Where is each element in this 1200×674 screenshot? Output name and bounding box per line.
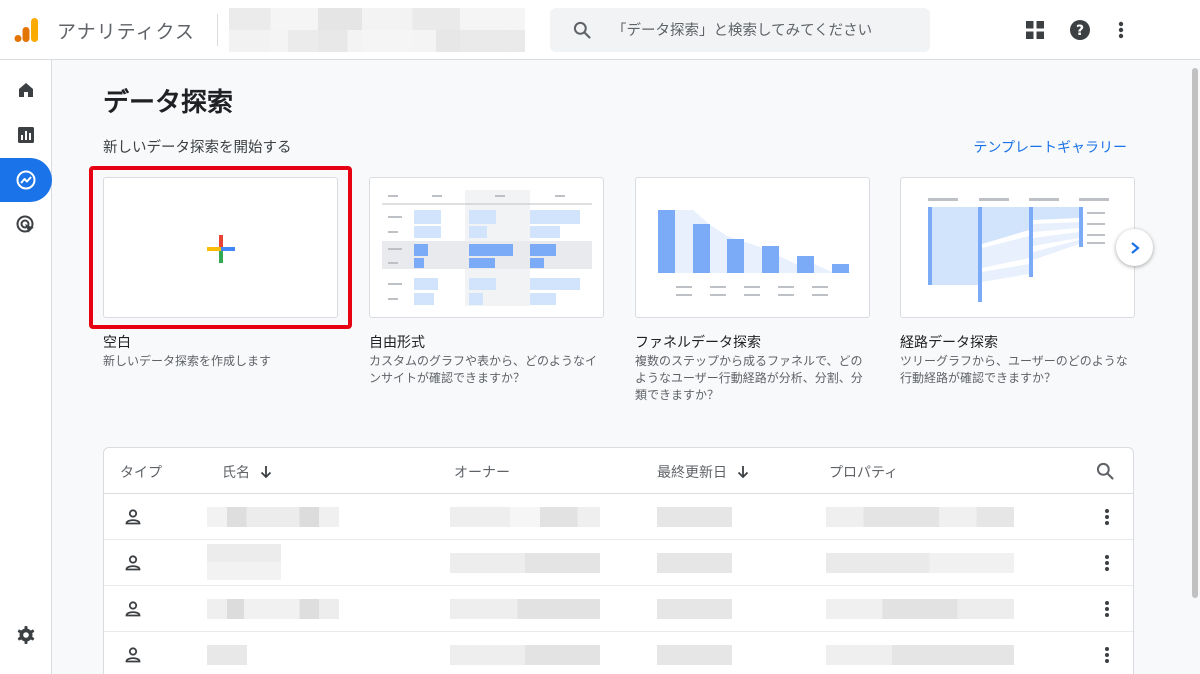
- more-vert-icon[interactable]: [1109, 18, 1133, 42]
- redacted-name: [207, 599, 339, 619]
- redacted-owner: [450, 599, 600, 619]
- redacted-owner: [450, 507, 600, 527]
- apps-grid-icon[interactable]: [1023, 18, 1047, 42]
- page-scrollbar[interactable]: [1190, 60, 1200, 605]
- highlight-frame: [89, 166, 352, 329]
- section-label: 新しいデータ探索を開始する: [103, 140, 292, 156]
- column-type[interactable]: タイプ: [120, 462, 162, 482]
- analytics-logo[interactable]: [13, 16, 41, 44]
- column-owner-label: オーナー: [454, 465, 510, 481]
- column-last-updated[interactable]: 最終更新日: [657, 462, 749, 482]
- person-icon: [125, 509, 141, 525]
- card-title-free-form: 自由形式: [369, 335, 425, 351]
- redacted-date: [657, 599, 732, 619]
- card-title-path: 経路データ探索: [900, 335, 998, 351]
- more-vert-icon[interactable]: [1097, 645, 1117, 665]
- nav-settings[interactable]: [0, 613, 52, 657]
- title-divider: [217, 14, 218, 46]
- path-template-card[interactable]: [900, 177, 1135, 318]
- nav-home[interactable]: [0, 68, 52, 112]
- table-row[interactable]: [104, 494, 1133, 540]
- redacted-date: [657, 645, 732, 665]
- nav-explore[interactable]: [0, 158, 52, 202]
- card-desc-free-form: カスタムのグラフや表から、どのようなインサイトが確認できますか？: [369, 354, 598, 385]
- svg-text:?: ?: [1076, 23, 1084, 39]
- chevron-right-icon: [1130, 241, 1140, 254]
- column-property[interactable]: プロパティ: [829, 462, 898, 482]
- column-owner[interactable]: オーナー: [454, 462, 510, 482]
- column-type-label: タイプ: [120, 465, 162, 481]
- search-placeholder[interactable]: 「データ探索」と検索してみてください: [612, 19, 872, 40]
- person-icon: [125, 555, 141, 571]
- card-desc-path: ツリーグラフから、ユーザーのどのような行動経路が確認できますか？: [900, 354, 1128, 385]
- top-bar: アナリティクス 「データ探索」と検索してみてください ?: [0, 0, 1200, 60]
- redacted-name: [207, 645, 247, 665]
- nav-reports[interactable]: [0, 113, 52, 157]
- explorations-table: タイプ 氏名 オーナー 最終更新日 プロパティ: [103, 447, 1134, 674]
- funnel-thumbnail: [658, 210, 850, 296]
- column-name-label: 氏名: [222, 465, 250, 481]
- card-title-blank: 空白: [103, 335, 131, 351]
- column-name[interactable]: 氏名: [222, 462, 272, 482]
- sort-arrow-down-icon: [260, 466, 272, 479]
- card-desc-funnel: 複数のステップから成るファネルで、どのようなユーザー行動経路が分析、分割、分類で…: [635, 354, 863, 402]
- table-header: タイプ 氏名 オーナー 最終更新日 プロパティ: [104, 448, 1133, 494]
- scrollbar-thumb[interactable]: [1192, 68, 1198, 598]
- reports-icon: [18, 127, 34, 143]
- column-last-updated-label: 最終更新日: [657, 465, 727, 481]
- template-gallery-link[interactable]: テンプレートギャラリー: [973, 137, 1127, 157]
- redacted-property: [826, 599, 1014, 619]
- free-form-thumbnail: [382, 190, 592, 306]
- redacted-property: [826, 553, 1014, 573]
- carousel-next-button[interactable]: [1116, 229, 1153, 266]
- redacted-date: [657, 507, 732, 527]
- more-vert-icon[interactable]: [1097, 599, 1117, 619]
- column-property-label: プロパティ: [829, 465, 899, 481]
- person-icon: [125, 647, 141, 663]
- table-row[interactable]: [104, 632, 1133, 674]
- redacted-date: [657, 553, 732, 573]
- redacted-property: [826, 645, 1014, 665]
- home-icon: [19, 83, 33, 97]
- redacted-owner: [450, 553, 600, 573]
- help-icon[interactable]: ?: [1068, 18, 1092, 42]
- page-title: データ探索: [103, 88, 234, 118]
- search-icon[interactable]: [1095, 461, 1115, 481]
- app-title: アナリティクス: [57, 21, 195, 43]
- card-title-funnel: ファネルデータ探索: [635, 335, 761, 351]
- table-row[interactable]: [104, 586, 1133, 632]
- path-thumbnail: [928, 198, 1109, 302]
- left-nav: [0, 60, 52, 674]
- more-vert-icon[interactable]: [1097, 507, 1117, 527]
- explore-icon: [16, 170, 36, 190]
- settings-icon: [17, 626, 35, 644]
- table-row[interactable]: [104, 540, 1133, 586]
- redacted-property: [826, 507, 1014, 527]
- redacted-owner: [450, 645, 600, 665]
- card-desc-blank: 新しいデータ探索を作成します: [103, 354, 272, 368]
- funnel-template-card[interactable]: [635, 177, 870, 318]
- redacted-name: [207, 544, 281, 580]
- nav-advertising[interactable]: [0, 203, 52, 247]
- account-selector[interactable]: [229, 8, 525, 52]
- free-form-template-card[interactable]: [369, 177, 604, 318]
- more-vert-icon[interactable]: [1097, 553, 1117, 573]
- search-bar[interactable]: 「データ探索」と検索してみてください: [550, 8, 930, 52]
- redacted-name: [207, 507, 339, 527]
- advertising-icon: [16, 215, 34, 233]
- sort-arrow-down-icon: [737, 466, 749, 479]
- person-icon: [125, 601, 141, 617]
- search-icon: [573, 21, 591, 39]
